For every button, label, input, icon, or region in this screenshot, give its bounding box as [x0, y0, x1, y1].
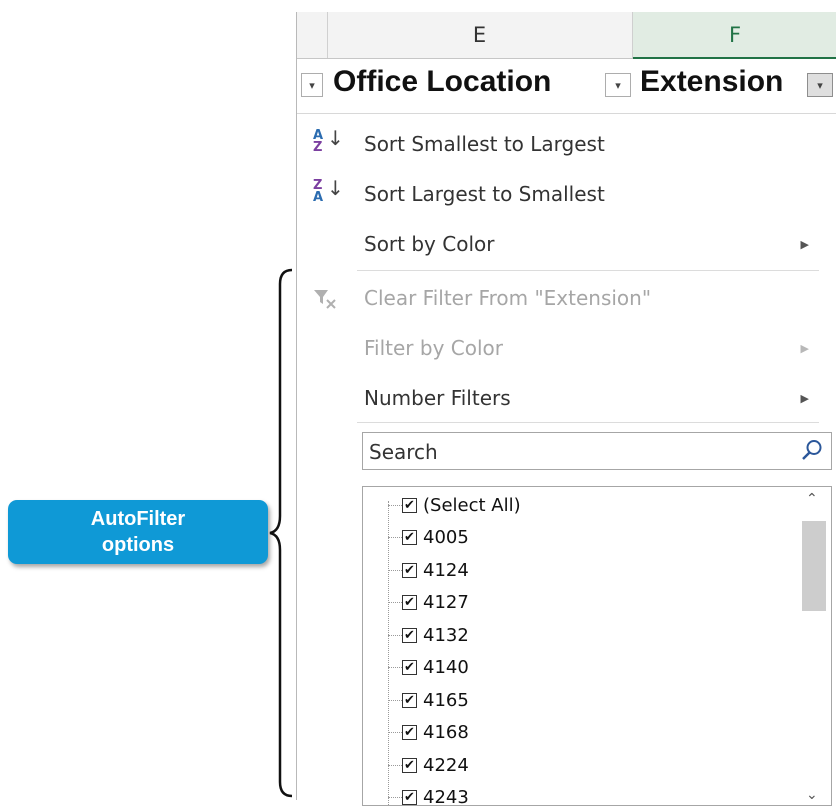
chevron-down-icon: ▾: [615, 79, 621, 92]
filter-value-label: 4224: [423, 755, 469, 776]
autofilter-dropdown-extension[interactable]: ▾: [807, 73, 833, 97]
checkmark-icon: ✔: [404, 564, 415, 577]
autofilter-menu: A Z ↓ Sort Smallest to Largest Z A ↓ Sor…: [297, 114, 836, 800]
filter-value-label: (Select All): [423, 495, 521, 516]
scroll-up-icon[interactable]: ⌃: [806, 491, 818, 507]
checkmark-icon: ✔: [404, 791, 415, 804]
autofilter-dropdown-office-location[interactable]: ▾: [605, 73, 631, 97]
filter-value-checkbox[interactable]: ✔: [402, 660, 417, 675]
menu-item-sort-ascending[interactable]: A Z ↓ Sort Smallest to Largest: [297, 124, 817, 164]
menu-separator: [357, 422, 819, 423]
sort-ascending-icon: A Z ↓: [313, 130, 337, 154]
chevron-down-icon: ▾: [817, 79, 823, 92]
chevron-down-icon: ▾: [309, 79, 315, 92]
filter-value-item[interactable]: ✔ 4132: [388, 619, 469, 651]
tree-branch: [388, 602, 402, 603]
row-header-corner: [297, 12, 328, 58]
filter-value-label: 4124: [423, 560, 469, 581]
submenu-arrow-icon: ▶: [801, 392, 809, 405]
filter-value-checkbox[interactable]: ✔: [402, 628, 417, 643]
filter-value-label: 4168: [423, 722, 469, 743]
checkmark-icon: ✔: [404, 596, 415, 609]
menu-item-sort-by-color[interactable]: Sort by Color ▶: [297, 224, 817, 264]
menu-item-label: Number Filters: [364, 386, 511, 410]
column-header-bar: E F: [297, 12, 836, 59]
column-header-f[interactable]: F: [633, 12, 836, 59]
tree-branch: [388, 667, 402, 668]
filter-value-item[interactable]: ✔ 4127: [388, 587, 469, 619]
autofilter-dropdown-d[interactable]: ▾: [301, 73, 323, 97]
submenu-arrow-icon: ▶: [801, 342, 809, 355]
checkmark-icon: ✔: [404, 759, 415, 772]
clear-filter-icon: [313, 288, 337, 313]
tree-branch: [388, 537, 402, 538]
table-header-row: ▾ Office Location ▾ Extension ▾: [297, 59, 836, 114]
menu-item-clear-filter[interactable]: Clear Filter From "Extension": [297, 278, 817, 318]
filter-value-checkbox[interactable]: ✔: [402, 790, 417, 805]
filter-value-item[interactable]: ✔ 4165: [388, 684, 469, 716]
checkmark-icon: ✔: [404, 531, 415, 544]
sort-descending-icon: Z A ↓: [313, 180, 337, 204]
menu-item-number-filters[interactable]: Number Filters ▶: [297, 378, 817, 418]
menu-item-label: Sort by Color: [364, 232, 494, 256]
header-office-location[interactable]: Office Location: [333, 65, 551, 99]
checkmark-icon: ✔: [404, 629, 415, 642]
filter-value-checkbox[interactable]: ✔: [402, 563, 417, 578]
annotation-callout: AutoFilter options: [8, 500, 268, 564]
tree-branch: [388, 570, 402, 571]
filter-value-label: 4140: [423, 657, 469, 678]
checkmark-icon: ✔: [404, 694, 415, 707]
tree-branch: [388, 732, 402, 733]
vertical-scrollbar[interactable]: ⌃ ⌄: [797, 487, 831, 805]
checkmark-icon: ✔: [404, 726, 415, 739]
search-input[interactable]: [367, 437, 791, 467]
tree-branch: [388, 700, 402, 701]
menu-item-sort-descending[interactable]: Z A ↓ Sort Largest to Smallest: [297, 174, 817, 214]
filter-value-checkbox[interactable]: ✔: [402, 595, 417, 610]
menu-separator: [357, 270, 819, 271]
search-icon[interactable]: [801, 439, 823, 461]
menu-item-label: Sort Smallest to Largest: [364, 132, 605, 156]
filter-value-checkbox[interactable]: ✔: [402, 725, 417, 740]
filter-value-label: 4165: [423, 690, 469, 711]
checkmark-icon: ✔: [404, 661, 415, 674]
tree-branch: [388, 765, 402, 766]
filter-value-item[interactable]: ✔ 4124: [388, 554, 469, 586]
tree-branch: [388, 505, 402, 506]
scrollbar-thumb[interactable]: [802, 521, 826, 611]
filter-value-item[interactable]: ✔ 4243: [388, 782, 469, 806]
menu-item-label: Sort Largest to Smallest: [364, 182, 605, 206]
tree-branch: [388, 635, 402, 636]
tree-branch: [388, 797, 402, 798]
filter-value-label: 4005: [423, 527, 469, 548]
filter-value-item[interactable]: ✔ (Select All): [388, 489, 521, 521]
filter-value-label: 4132: [423, 625, 469, 646]
search-box: [362, 432, 832, 470]
filter-value-item[interactable]: ✔ 4168: [388, 717, 469, 749]
menu-item-label: Clear Filter From "Extension": [364, 286, 651, 310]
header-extension[interactable]: Extension: [640, 65, 783, 99]
submenu-arrow-icon: ▶: [801, 238, 809, 251]
filter-value-item[interactable]: ✔ 4005: [388, 522, 469, 554]
checkmark-icon: ✔: [404, 499, 415, 512]
scroll-down-icon[interactable]: ⌄: [806, 787, 818, 803]
menu-item-filter-by-color[interactable]: Filter by Color ▶: [297, 328, 817, 368]
spreadsheet: E F ▾ Office Location ▾ Extension ▾ A Z …: [296, 12, 836, 800]
filter-value-checkbox[interactable]: ✔: [402, 693, 417, 708]
filter-value-item[interactable]: ✔ 4224: [388, 749, 469, 781]
column-header-e[interactable]: E: [327, 12, 633, 58]
filter-value-list: ✔ (Select All) ✔ 4005 ✔ 4124 ✔ 4127 ✔ 4132 ✔ 4140 ✔ 4…: [362, 486, 832, 806]
filter-value-label: 4127: [423, 592, 469, 613]
filter-value-checkbox[interactable]: ✔: [402, 498, 417, 513]
filter-value-label: 4243: [423, 787, 469, 806]
menu-item-label: Filter by Color: [364, 336, 503, 360]
filter-value-checkbox[interactable]: ✔: [402, 758, 417, 773]
filter-value-checkbox[interactable]: ✔: [402, 530, 417, 545]
filter-value-item[interactable]: ✔ 4140: [388, 652, 469, 684]
